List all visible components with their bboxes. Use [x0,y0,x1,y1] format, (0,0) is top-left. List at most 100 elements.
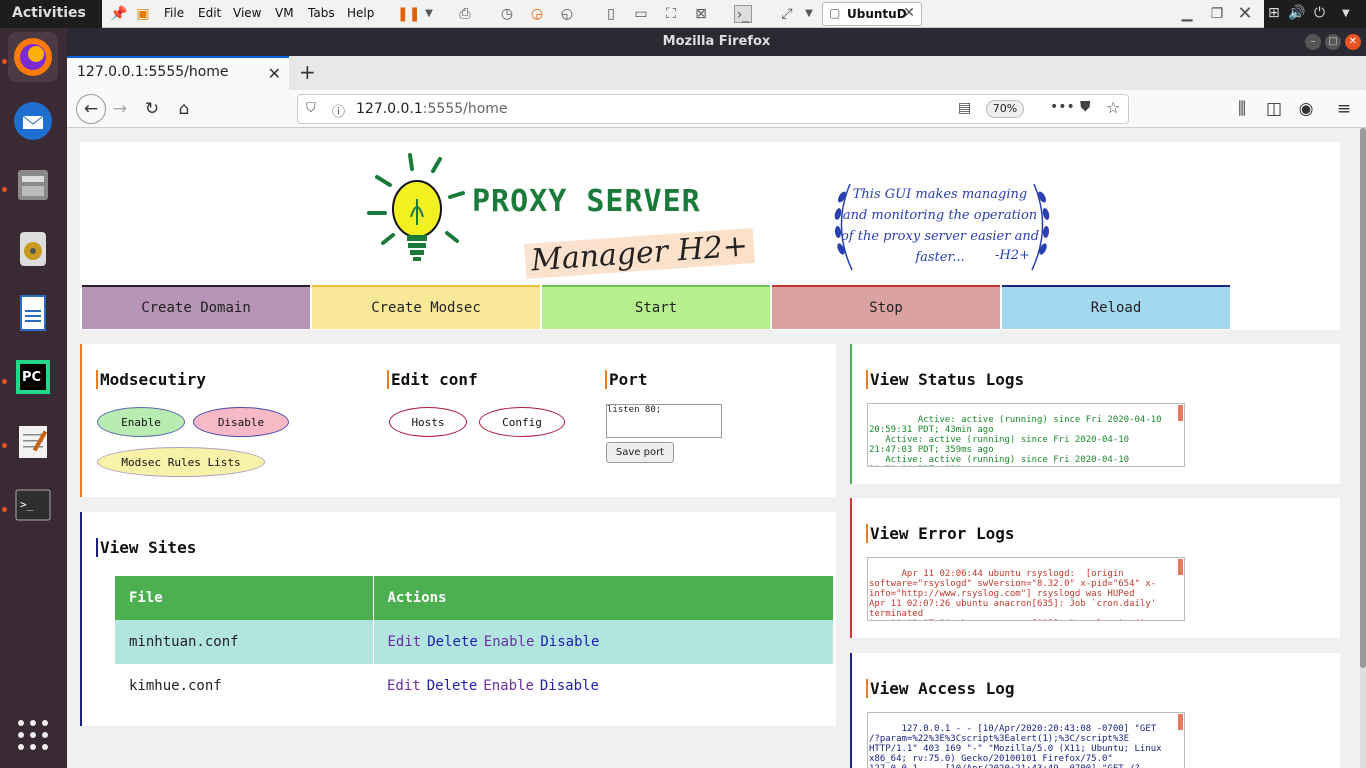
modsec-rules-button[interactable]: Modsec Rules Lists [97,447,265,477]
modsec-disable-button[interactable]: Disable [193,407,289,437]
rhythmbox-icon[interactable] [8,224,58,274]
sidebar-toggle-icon[interactable]: ▯ [602,5,620,23]
network-icon[interactable]: ⊞ [1268,5,1280,21]
site-file: kimhue.conf [129,678,222,694]
status-log-textarea[interactable]: Active: active (running) since Fri 2020-… [867,403,1185,467]
bookmark-star-icon[interactable]: ☆ [1106,98,1120,117]
hosts-button[interactable]: Hosts [389,407,467,437]
start-button[interactable]: Start [542,285,770,329]
tracking-shield-icon[interactable]: ⛉ [306,101,316,116]
access-log-textarea[interactable]: 127.0.0.1 - - [10/Apr/2020:20:43:08 -070… [867,712,1185,768]
back-icon[interactable]: ← [76,94,106,124]
manage-snapshots-icon[interactable]: ◵ [558,5,576,23]
close-icon[interactable]: ✕ [903,5,915,21]
port-textarea[interactable]: listen 80; [606,404,722,438]
vm-menu-edit[interactable]: Edit [198,6,221,20]
new-tab-icon[interactable]: + [299,60,316,84]
vm-menu-view[interactable]: View [233,6,261,20]
console-icon[interactable]: ›_ [734,5,752,23]
unity-icon[interactable]: ⊠ [692,5,710,23]
vm-menu-vm[interactable]: VM [275,6,294,20]
disable-link[interactable]: Disable [540,634,599,650]
files-icon[interactable] [8,160,58,210]
vm-menu-file[interactable]: File [164,6,184,20]
text-editor-icon[interactable] [8,416,58,466]
home-icon[interactable]: ⌂ [173,98,195,120]
account-icon[interactable]: ◉ [1295,98,1317,120]
vm-menu-tabs[interactable]: Tabs [308,6,335,20]
log-scrollbar[interactable] [1178,714,1183,730]
forward-icon[interactable]: → [109,98,131,120]
writer-icon[interactable] [8,288,58,338]
close-icon[interactable]: ✕ [1345,34,1361,50]
fullscreen-icon[interactable]: ⛶ [662,5,680,23]
pin-icon[interactable]: 📌 [110,5,128,23]
revert-snapshot-icon[interactable]: ◶ [528,5,546,23]
log-scrollbar[interactable] [1178,405,1183,421]
stop-button[interactable]: Stop [772,285,1000,329]
error-log-textarea[interactable]: Apr 11 02:06:44 ubuntu rsyslogd: [origin… [867,557,1185,621]
config-button[interactable]: Config [479,407,565,437]
column-header-actions: Actions [373,576,833,620]
reload-icon[interactable]: ↻ [141,98,163,120]
close-tab-icon[interactable]: ✕ [268,64,281,83]
maximize-icon[interactable]: □ [1325,34,1341,50]
site-info-icon[interactable]: ⓘ [332,101,345,120]
create-modsec-button[interactable]: Create Modsec [312,285,540,329]
zoom-indicator[interactable]: 70% [986,100,1024,118]
chevron-down-icon[interactable]: ▼ [420,5,438,23]
scrollbar-thumb[interactable] [1360,128,1366,668]
page-scrollbar[interactable] [1360,128,1366,768]
modsec-enable-button[interactable]: Enable [97,407,185,437]
table-row: minhtuan.conf Edit Delete Enable Disable [115,620,833,664]
edit-link[interactable]: Edit [387,678,421,694]
tab-strip: 127.0.0.1:5555/home ✕ + [67,56,1366,90]
minimize-icon[interactable]: – [1305,34,1321,50]
vm-tab-ubuntu[interactable]: ▢ UbuntuD ✕ [822,2,922,26]
save-port-button[interactable]: Save port [606,442,674,463]
vm-home-icon[interactable]: ▣ [134,5,152,23]
thumbnail-bar-icon[interactable]: ▭ [632,5,650,23]
edit-link[interactable]: Edit [388,634,422,650]
minimize-icon[interactable]: ▁ [1178,5,1196,23]
reader-view-icon[interactable]: ▤ [958,100,971,116]
error-logs-panel: View Error Logs Apr 11 02:06:44 ubuntu r… [850,498,1340,638]
running-indicator [2,443,7,448]
sidebar-icon[interactable]: ◫ [1263,98,1285,120]
site-actions: Edit Delete Enable Disable [373,664,833,708]
send-keys-icon[interactable]: ⎙ [456,5,474,23]
enable-link[interactable]: Enable [483,678,534,694]
delete-link[interactable]: Delete [427,678,478,694]
running-indicator [2,379,7,384]
power-icon[interactable]: ⏻ [1314,5,1325,21]
pocket-icon[interactable]: ⛊ [1080,99,1091,115]
library-icon[interactable]: ⫼ [1231,98,1253,120]
menu-icon[interactable]: ≡ [1333,98,1355,120]
stretch-menu-icon[interactable]: ▼ [800,5,818,23]
terminal-icon[interactable]: >_ [8,480,58,530]
url-bar[interactable]: ⛉ ⓘ 127.0.0.1:5555/home ▤ 70% ••• ⛊ ☆ [297,94,1129,124]
reload-button[interactable]: Reload [1002,285,1230,329]
restore-icon[interactable]: ❐ [1208,5,1226,23]
snapshot-icon[interactable]: ◷ [498,5,516,23]
page-actions-icon[interactable]: ••• [1050,99,1075,115]
delete-link[interactable]: Delete [427,634,478,650]
running-indicator [2,507,7,512]
browser-tab[interactable]: 127.0.0.1:5555/home ✕ [67,56,289,90]
edit-conf-title: Edit conf [387,370,478,389]
close-window-icon[interactable]: ✕ [1236,5,1254,23]
stretch-icon[interactable]: ⤢ [778,5,796,23]
pause-icon[interactable]: ❚❚ [397,5,420,23]
volume-icon[interactable]: 🔊 [1288,5,1305,21]
thunderbird-icon[interactable] [8,96,58,146]
log-scrollbar[interactable] [1178,559,1183,575]
activities-button[interactable]: Activities [12,5,86,21]
enable-link[interactable]: Enable [484,634,535,650]
disable-link[interactable]: Disable [540,678,599,694]
create-domain-button[interactable]: Create Domain [82,285,310,329]
firefox-icon[interactable] [8,32,58,82]
system-menu-icon[interactable]: ▼ [1342,8,1350,19]
vm-menu-help[interactable]: Help [347,6,374,20]
show-applications-icon[interactable] [8,710,58,760]
pycharm-icon[interactable]: PC [8,352,58,402]
